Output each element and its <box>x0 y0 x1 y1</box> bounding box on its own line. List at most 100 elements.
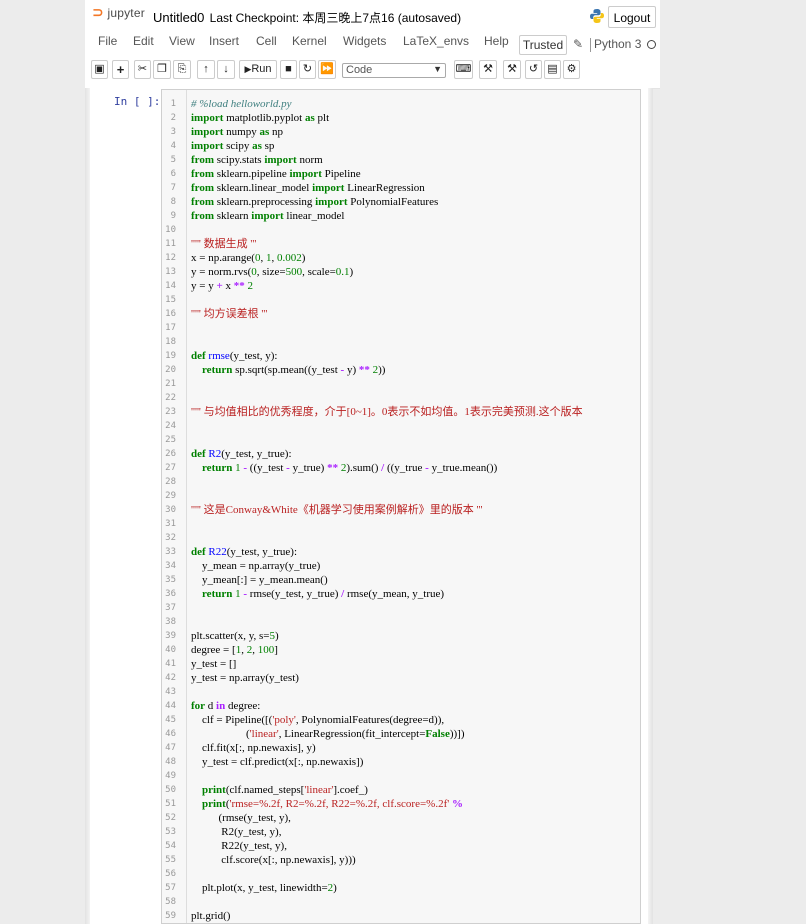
menu-file[interactable]: File <box>98 34 117 48</box>
hammer-icon: ⚒ <box>483 63 493 75</box>
code-line: 43 <box>162 685 640 699</box>
line-number: 15 <box>165 295 176 305</box>
code-line: 13 y = norm.rvs(0, size=500, scale=0.1) <box>162 265 640 279</box>
move-down-button[interactable]: ↓ <box>217 60 235 79</box>
code-token: y = y <box>191 280 217 292</box>
run-button[interactable]: ▶Run <box>239 60 277 79</box>
line-code: for d in degree: <box>191 699 260 713</box>
line-code: y_test = [] <box>191 657 236 671</box>
code-token: linear_model <box>283 210 345 222</box>
line-number: 49 <box>165 771 176 781</box>
code-line: 15 <box>162 293 640 307</box>
menu-edit[interactable]: Edit <box>133 34 154 48</box>
code-token: from <box>191 168 215 180</box>
line-code: return 1 - rmse(y_test, y_true) / rmse(y… <box>191 587 444 601</box>
code-line: 45 clf = Pipeline([('poly', PolynomialFe… <box>162 713 640 727</box>
cell-type-value: Code <box>346 64 373 76</box>
code-token: y_true) <box>289 462 328 474</box>
code-token: clf.score(x[:, np.newaxis], y))) <box>191 854 356 866</box>
restart-run-all-button[interactable]: ⏩ <box>318 60 336 79</box>
stop-icon: ■ <box>285 63 292 75</box>
line-code: degree = [1, 2, 100] <box>191 643 278 657</box>
menu-help[interactable]: Help <box>484 34 509 48</box>
line-number: 52 <box>165 813 176 823</box>
line-number: 58 <box>165 897 176 907</box>
line-code: import scipy as sp <box>191 139 274 153</box>
line-number: 29 <box>165 491 176 501</box>
pencil-icon[interactable]: ✎ <box>573 37 583 51</box>
move-up-button[interactable]: ↑ <box>197 60 215 79</box>
logout-button[interactable]: Logout <box>608 6 656 28</box>
code-line: 54 R22(y_test, y), <box>162 839 640 853</box>
code-token: clf = Pipeline([( <box>191 714 273 726</box>
code-token: Pipeline <box>321 168 361 180</box>
trusted-indicator[interactable]: Trusted <box>519 35 567 55</box>
code-line: 32 <box>162 531 640 545</box>
code-token: x = np.arange( <box>191 252 255 264</box>
wrench-button[interactable]: ⚙ <box>563 60 580 79</box>
menu-widgets[interactable]: Widgets <box>343 34 386 48</box>
toolbar-tool-button-1[interactable]: ⚒ <box>479 60 497 79</box>
code-line: 24 <box>162 419 640 433</box>
notebook-button[interactable]: ▤ <box>544 60 561 79</box>
insert-cell-button[interactable]: + <box>112 60 129 79</box>
menu-latex-envs[interactable]: LaTeX_envs <box>403 34 469 48</box>
menu-view[interactable]: View <box>169 34 195 48</box>
refresh-icon: ↺ <box>528 63 539 75</box>
menu-kernel[interactable]: Kernel <box>292 34 327 48</box>
copy-button[interactable]: ❐ <box>153 60 171 79</box>
code-token: 'poly' <box>272 714 296 726</box>
line-code: def R2(y_test, y_true): <box>191 447 292 461</box>
code-token: ) <box>301 252 306 264</box>
code-token: ''''' 数据生成 ''' <box>191 238 257 250</box>
code-line: 1 # %load helloworld.py <box>162 97 640 111</box>
menu-cell[interactable]: Cell <box>256 34 277 48</box>
code-line: 21 <box>162 377 640 391</box>
cut-button[interactable]: ✂ <box>134 60 151 79</box>
line-number: 57 <box>165 883 176 893</box>
line-code: ''''' 这是Conway&White《机器学习使用案例解析》里的版本 ''' <box>191 503 482 517</box>
line-code: import numpy as np <box>191 125 283 139</box>
line-code: from sklearn.preprocessing import Polyno… <box>191 195 438 209</box>
notebook-name[interactable]: Untitled0 <box>153 10 204 25</box>
line-code: clf.fit(x[:, np.newaxis], y) <box>191 741 316 755</box>
line-number: 11 <box>165 239 176 249</box>
line-number: 3 <box>170 127 176 137</box>
code-token: sklearn.linear_model <box>214 182 313 194</box>
code-token: in <box>216 700 226 712</box>
code-token: numpy <box>223 126 260 138</box>
code-token: matplotlib.pyplot <box>223 112 305 124</box>
code-line: 10 <box>162 223 640 237</box>
code-token: from <box>191 210 215 222</box>
code-token: import <box>264 154 297 166</box>
line-code: def R22(y_test, y_true): <box>191 545 297 559</box>
line-number: 40 <box>165 645 176 655</box>
line-number: 25 <box>165 435 176 445</box>
code-token: import <box>315 196 348 208</box>
scissors-icon: ✂ <box>137 63 148 75</box>
code-token: plt.grid() <box>191 910 231 922</box>
run-label: Run <box>251 63 272 75</box>
paste-button[interactable]: ⎘ <box>173 60 191 79</box>
cell-type-select[interactable]: Code ▼ <box>342 63 446 78</box>
code-token: d <box>205 700 217 712</box>
code-token: , LinearRegression(fit_intercept= <box>278 728 426 740</box>
interrupt-button[interactable]: ■ <box>280 60 297 79</box>
kernel-status-icon <box>647 40 656 49</box>
command-palette-button[interactable]: ⌨ <box>454 60 473 79</box>
save-button[interactable]: ▣ <box>91 60 108 79</box>
code-line: 49 <box>162 769 640 783</box>
toolbar-tool-button-2[interactable]: ⚒ <box>503 60 521 79</box>
line-number: 50 <box>165 785 176 795</box>
jupyter-logo[interactable]: ⊃ jupyter <box>92 5 145 21</box>
refresh-button[interactable]: ↺ <box>525 60 542 79</box>
line-code: y = y + x ** 2 <box>191 279 253 293</box>
restart-button[interactable]: ↻ <box>299 60 316 79</box>
code-line: 38 <box>162 615 640 629</box>
line-number: 39 <box>165 631 176 641</box>
code-cell-editor[interactable]: 1 # %load helloworld.py 2 import matplotlib… <box>161 89 641 924</box>
code-line: 11 ''''' 数据生成 ''' <box>162 237 640 251</box>
code-token: R2 <box>208 448 222 460</box>
menu-insert[interactable]: Insert <box>209 34 239 48</box>
